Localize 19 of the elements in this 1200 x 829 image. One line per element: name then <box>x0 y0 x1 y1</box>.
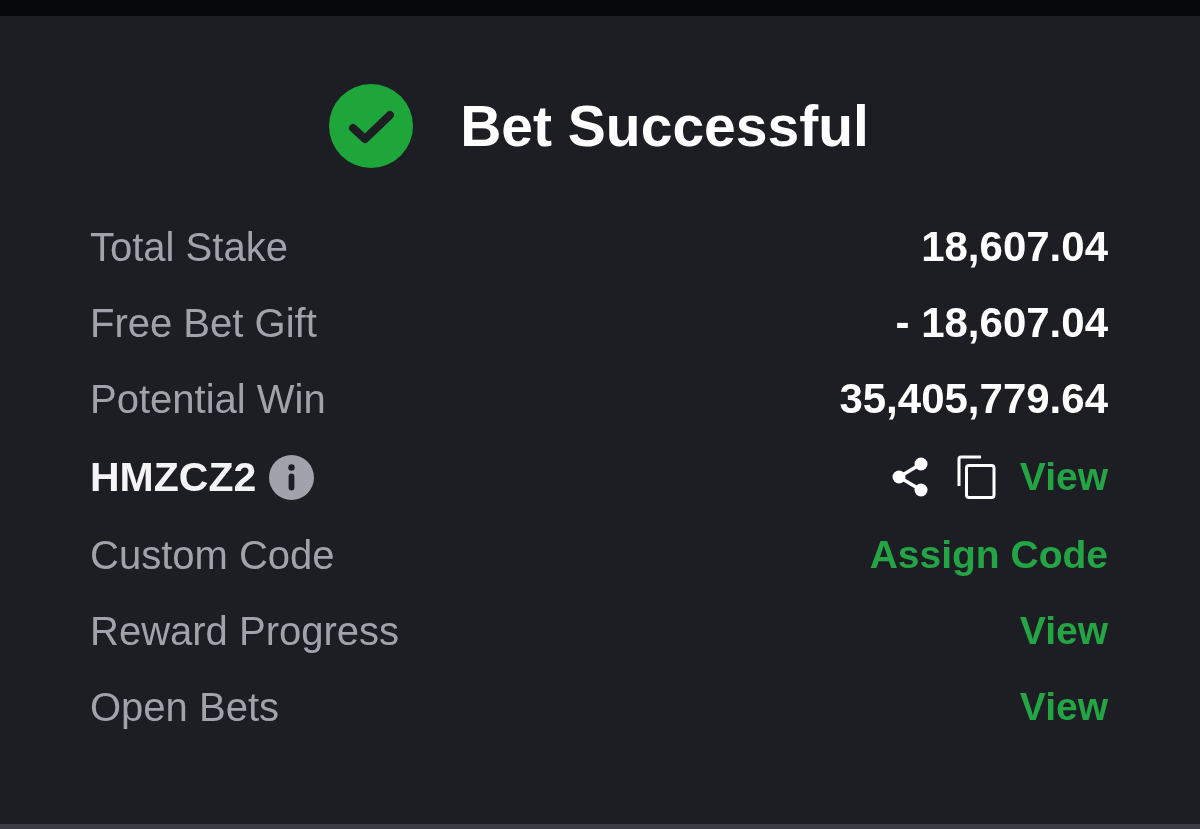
amount-value: - 18,607.04 <box>895 299 1108 347</box>
view-link[interactable]: View <box>1019 455 1108 499</box>
row-label: Free Bet Gift <box>90 300 317 346</box>
action-link[interactable]: View <box>1019 609 1108 653</box>
row-label: Open Bets <box>90 684 279 730</box>
row-label: Total Stake <box>90 224 288 270</box>
amount-value: 35,405,779.64 <box>839 375 1108 423</box>
row-label: Reward Progress <box>90 608 399 654</box>
amount-value: 18,607.04 <box>921 223 1108 271</box>
row-label: Custom Code <box>90 532 335 578</box>
info-icon[interactable] <box>269 454 315 500</box>
action-link[interactable]: View <box>1019 685 1108 729</box>
copy-icon[interactable] <box>956 455 996 499</box>
row-label: Potential Win <box>90 376 326 422</box>
bet-code: HMZCZ2 <box>90 453 257 501</box>
share-icon[interactable] <box>890 457 929 497</box>
check-icon <box>329 84 414 168</box>
action-link[interactable]: Assign Code <box>869 533 1108 577</box>
success-title: Bet Successful <box>460 94 869 158</box>
